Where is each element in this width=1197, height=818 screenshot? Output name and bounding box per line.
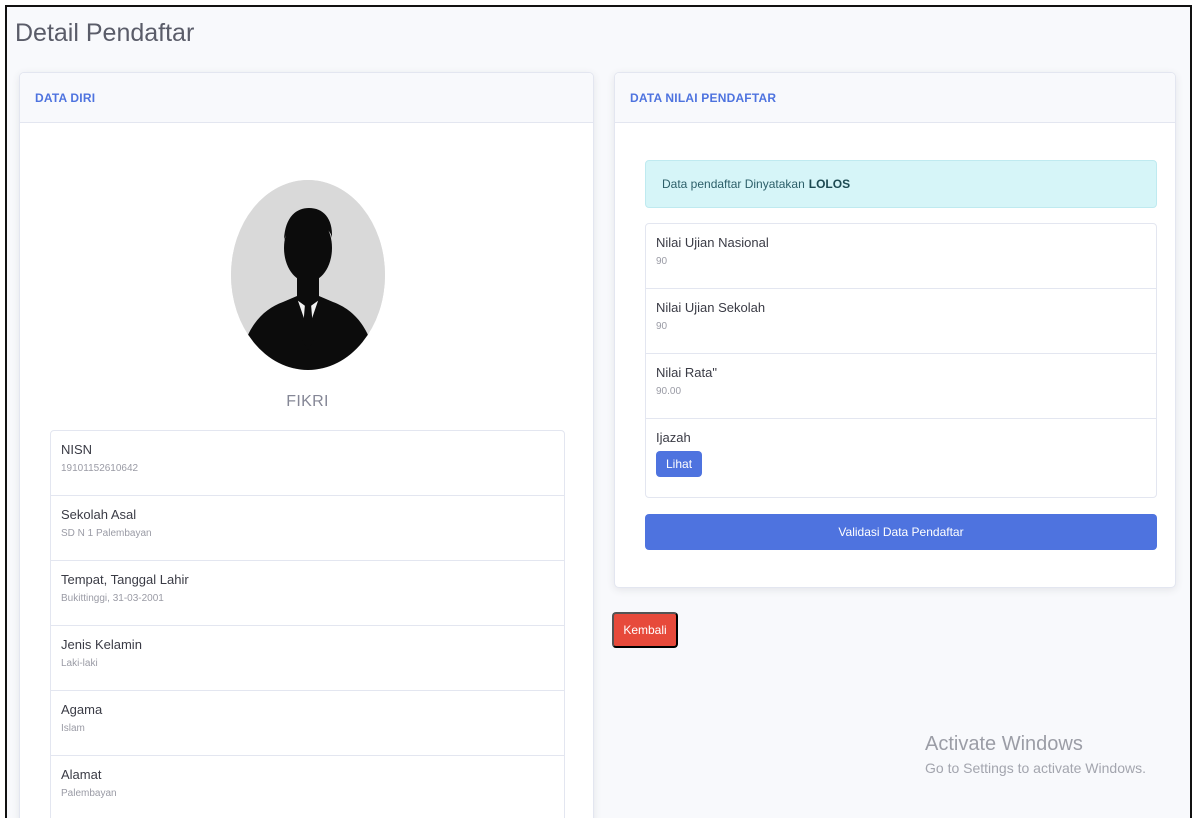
avatar	[231, 180, 385, 370]
status-badge: LOLOS	[808, 177, 851, 191]
item-label: Sekolah Asal	[61, 507, 137, 522]
item-label: Nilai Rata"	[656, 365, 717, 380]
list-item-sekolah-asal: Sekolah Asal SD N 1 Palembayan	[51, 496, 564, 561]
data-diri-header: DATA DIRI	[20, 73, 593, 123]
item-value: Laki-laki	[61, 658, 98, 669]
back-button[interactable]: Kembali	[612, 612, 678, 648]
person-silhouette-icon	[231, 180, 385, 370]
scores-list: Nilai Ujian Nasional 90 Nilai Ujian Seko…	[645, 223, 1157, 498]
list-item-jenis-kelamin: Jenis Kelamin Laki-laki	[51, 626, 564, 691]
watermark-title: Activate Windows	[925, 733, 1083, 755]
list-item-tempat-tanggal-lahir: Tempat, Tanggal Lahir Bukittinggi, 31-03…	[51, 561, 564, 626]
windows-activation-watermark: Activate Windows Go to Settings to activ…	[925, 733, 1146, 776]
page-title: Detail Pendaftar	[15, 19, 195, 47]
item-label: NISN	[61, 442, 93, 457]
data-nilai-header: DATA NILAI PENDAFTAR	[615, 73, 1175, 123]
list-item-agama: Agama Islam	[51, 691, 564, 756]
item-value: 90.00	[656, 386, 682, 397]
list-item-ijazah: Ijazah Lihat	[646, 419, 1156, 497]
app-frame: Detail Pendaftar DATA DIRI FIKRI NISN 19…	[5, 5, 1192, 818]
item-value: Palembayan	[61, 788, 117, 799]
data-diri-card: DATA DIRI FIKRI NISN 19101152610642 Seko…	[19, 72, 594, 818]
item-value: 90	[656, 321, 668, 332]
item-label: Tempat, Tanggal Lahir	[61, 572, 189, 587]
item-value: SD N 1 Palembayan	[61, 528, 152, 539]
item-value: Islam	[61, 723, 85, 734]
item-label: Agama	[61, 702, 103, 717]
item-value: Bukittinggi, 31-03-2001	[61, 593, 164, 604]
item-label: Alamat	[61, 767, 102, 782]
validate-button[interactable]: Validasi Data Pendaftar	[645, 514, 1157, 550]
watermark-subtitle: Go to Settings to activate Windows.	[925, 760, 1146, 776]
list-item-nilai-ujian-sekolah: Nilai Ujian Sekolah 90	[646, 289, 1156, 354]
item-value: 19101152610642	[61, 463, 139, 474]
item-label: Nilai Ujian Sekolah	[656, 300, 766, 315]
item-label: Nilai Ujian Nasional	[656, 235, 769, 250]
lihat-button[interactable]: Lihat	[656, 451, 703, 477]
list-item-nisn: NISN 19101152610642	[51, 431, 564, 496]
item-label: Jenis Kelamin	[61, 637, 142, 652]
item-value: 90	[656, 256, 668, 267]
list-item-alamat: Alamat Palembayan	[51, 756, 564, 818]
alert-text: Data pendaftar Dinyatakan	[662, 177, 805, 191]
list-item-nilai-ujian-nasional: Nilai Ujian Nasional 90	[646, 224, 1156, 289]
status-alert: Data pendaftar Dinyatakan LOLOS	[645, 160, 1157, 208]
applicant-name: FIKRI	[286, 393, 329, 410]
personal-info-list: NISN 19101152610642 Sekolah Asal SD N 1 …	[50, 430, 565, 818]
data-nilai-card: DATA NILAI PENDAFTAR Data pendaftar Diny…	[614, 72, 1176, 588]
list-item-nilai-rata: Nilai Rata" 90.00	[646, 354, 1156, 419]
item-label: Ijazah	[656, 430, 691, 445]
